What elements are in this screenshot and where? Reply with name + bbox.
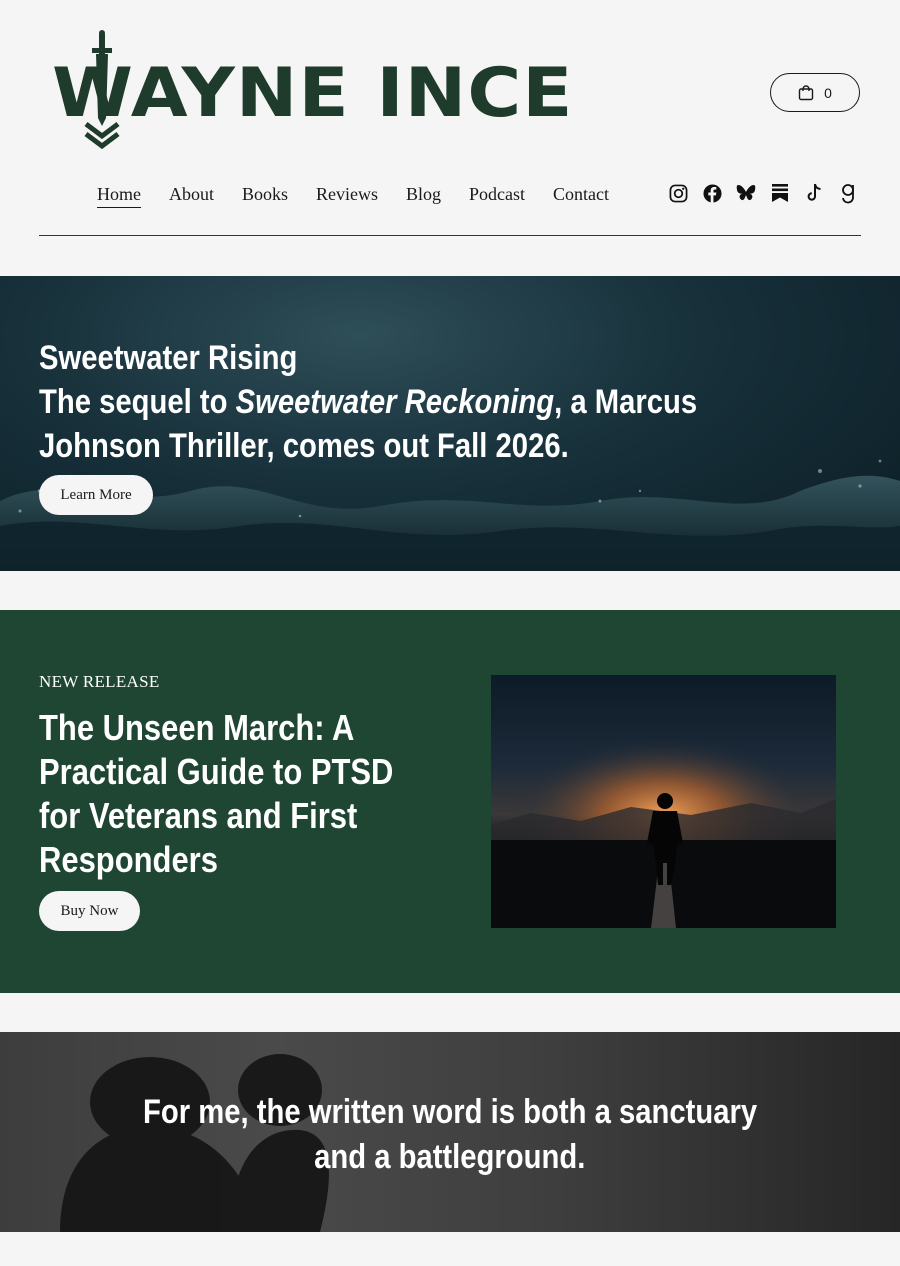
hero-subtitle-prefix: The sequel to bbox=[39, 383, 236, 421]
hero-heading: Sweetwater Rising The sequel to Sweetwat… bbox=[39, 336, 710, 468]
social-links bbox=[668, 183, 858, 204]
substack-icon[interactable] bbox=[770, 183, 790, 203]
release-eyebrow: NEW RELEASE bbox=[39, 672, 160, 691]
main-nav: Home About Books Reviews Blog Podcast Co… bbox=[97, 184, 637, 208]
header-divider bbox=[39, 235, 861, 236]
soldier-sunset-image bbox=[491, 675, 836, 928]
nav-contact[interactable]: Contact bbox=[553, 184, 609, 208]
instagram-icon[interactable] bbox=[668, 183, 688, 203]
buy-now-button[interactable]: Buy Now bbox=[39, 891, 140, 931]
quote-line2: and a battleground. bbox=[314, 1138, 586, 1176]
hero-subtitle-book-title: Sweetwater Reckoning bbox=[235, 383, 555, 421]
facebook-icon[interactable] bbox=[702, 183, 722, 203]
quote-banner: For me, the written word is both a sanct… bbox=[0, 1032, 900, 1232]
shopping-bag-icon bbox=[798, 84, 814, 100]
cart-button[interactable]: 0 bbox=[770, 73, 860, 112]
hero-banner: Sweetwater Rising The sequel to Sweetwat… bbox=[0, 276, 900, 571]
nav-about[interactable]: About bbox=[169, 184, 214, 208]
quote-line1: For me, the written word is both a sanct… bbox=[142, 1093, 758, 1131]
bluesky-icon[interactable] bbox=[736, 183, 756, 203]
hero-subtitle: The sequel to Sweetwater Reckoning, a Ma… bbox=[39, 380, 710, 468]
goodreads-icon[interactable] bbox=[838, 183, 858, 204]
quote-text: For me, the written word is both a sanct… bbox=[0, 1090, 900, 1180]
cart-count: 0 bbox=[824, 84, 832, 101]
hero-title-line1: Sweetwater Rising bbox=[39, 339, 298, 377]
nav-books[interactable]: Books bbox=[242, 184, 288, 208]
soldier-silhouette-illustration bbox=[491, 735, 836, 928]
release-title: The Unseen March: A Practical Guide to P… bbox=[39, 707, 394, 880]
tiktok-icon[interactable] bbox=[804, 183, 824, 203]
nav-reviews[interactable]: Reviews bbox=[316, 184, 378, 208]
site-logo[interactable]: WAYNE INCE bbox=[52, 30, 572, 155]
sword-icon bbox=[84, 30, 120, 150]
new-release-section: NEW RELEASE The Unseen March: A Practica… bbox=[0, 610, 900, 993]
nav-blog[interactable]: Blog bbox=[406, 184, 441, 208]
nav-home[interactable]: Home bbox=[97, 184, 141, 208]
learn-more-button[interactable]: Learn More bbox=[39, 475, 153, 515]
site-header: WAYNE INCE 0 Home About Books Reviews Bl… bbox=[0, 0, 900, 276]
nav-podcast[interactable]: Podcast bbox=[469, 184, 525, 208]
logo-wordmark: WAYNE INCE bbox=[52, 54, 574, 133]
